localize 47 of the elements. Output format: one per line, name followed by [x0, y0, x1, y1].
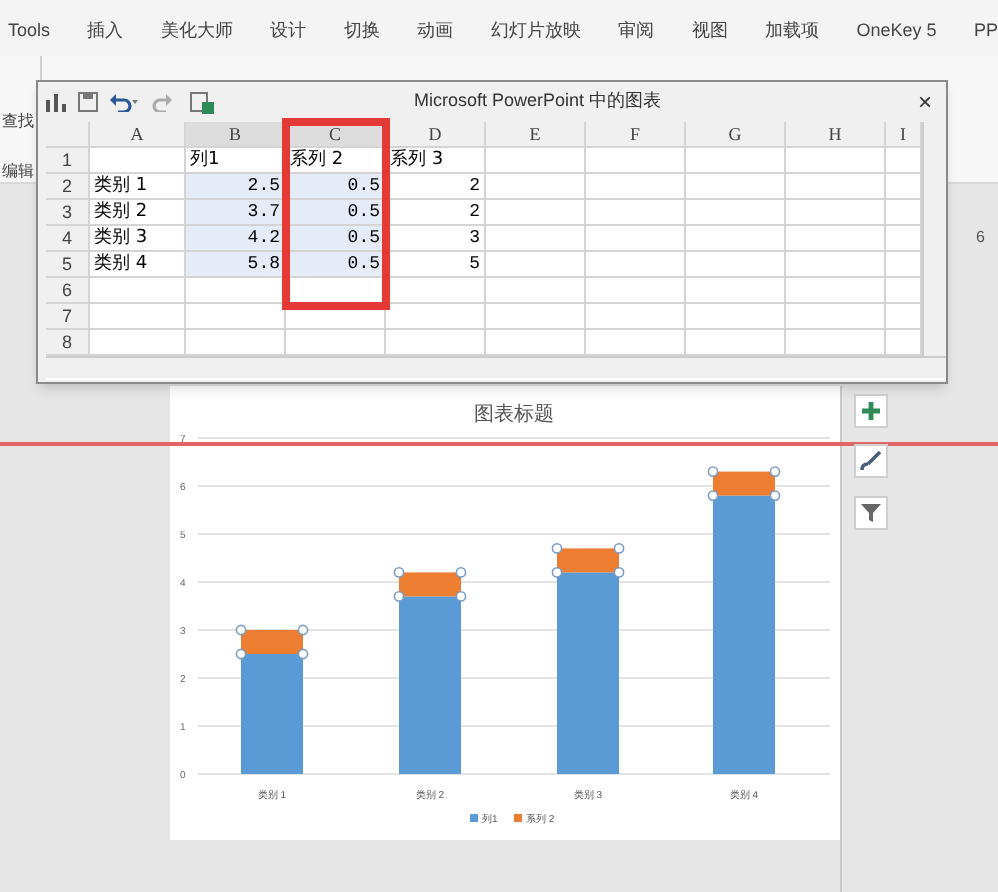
table-cell: 0.5: [286, 200, 386, 226]
ribbon-tab[interactable]: 美化大师: [160, 18, 233, 46]
ribbon-group-label: 编辑: [2, 160, 34, 184]
table-cell: 4.2: [186, 226, 286, 252]
ribbon-tab[interactable]: 切换: [343, 18, 380, 46]
row-header[interactable]: 6: [46, 278, 90, 304]
ribbon-tab[interactable]: 设计: [270, 18, 307, 46]
table-cell: 5: [386, 252, 486, 278]
ribbon-tab[interactable]: Tools: [8, 18, 51, 46]
ribbon-tab[interactable]: 动画: [417, 18, 454, 46]
row-header[interactable]: 7: [46, 304, 90, 330]
close-button[interactable]: ×: [911, 90, 938, 114]
ribbon-tab[interactable]: 视图: [691, 18, 728, 46]
window-title: Microsoft PowerPoint 中的图表: [414, 88, 662, 115]
ruler-mark: 6: [976, 226, 985, 250]
row-header[interactable]: 5: [46, 252, 90, 278]
table-cell: 3.7: [186, 200, 286, 226]
column-header[interactable]: B: [186, 122, 286, 148]
column-header[interactable]: A: [90, 122, 186, 148]
ribbon-tab[interactable]: OneKey 5: [856, 18, 937, 46]
table-cell: 0.5: [286, 174, 386, 200]
column-header[interactable]: E: [486, 122, 586, 148]
table-cell: 0.5: [286, 252, 386, 278]
ribbon-tab[interactable]: 插入: [87, 18, 124, 46]
row-header[interactable]: 1: [46, 148, 90, 174]
row-header[interactable]: 4: [46, 226, 90, 252]
table-cell: 0.5: [286, 226, 386, 252]
column-header[interactable]: D: [386, 122, 486, 148]
table-cell: 2: [386, 174, 486, 200]
table-cell: 系列 3: [386, 148, 486, 174]
ribbon-tab[interactable]: 审阅: [618, 18, 655, 46]
row-header[interactable]: 3: [46, 200, 90, 226]
column-header[interactable]: G: [686, 122, 786, 148]
ribbon-group-label: 查找: [2, 110, 34, 134]
ribbon-tab[interactable]: PP: [973, 18, 998, 46]
ribbon-tab[interactable]: 幻灯片放映: [490, 18, 581, 46]
table-cell: 2: [386, 200, 486, 226]
table-cell: 2.5: [186, 174, 286, 200]
row-header[interactable]: 2: [46, 174, 90, 200]
column-header[interactable]: I: [886, 122, 922, 148]
ribbon-tab[interactable]: 加载项: [764, 18, 819, 46]
table-cell: 5.8: [186, 252, 286, 278]
column-header[interactable]: H: [786, 122, 886, 148]
chart-title: 图表标题: [474, 404, 554, 426]
table-cell: 3: [386, 226, 486, 252]
row-header[interactable]: 8: [46, 330, 90, 356]
column-header[interactable]: F: [586, 122, 686, 148]
